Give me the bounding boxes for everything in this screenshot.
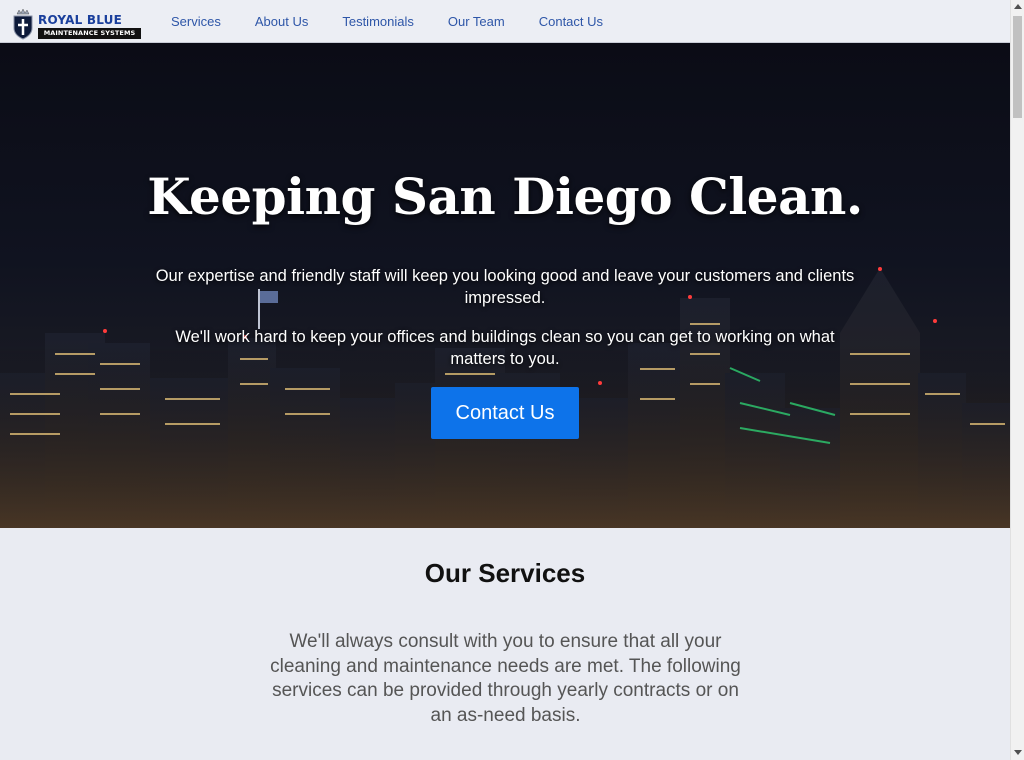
hero-paragraph-2: We'll work hard to keep your offices and… xyxy=(175,328,835,368)
crowned-shield-icon xyxy=(13,7,33,40)
services-section: Our Services We'll always consult with y… xyxy=(0,528,1010,760)
services-description: We'll always consult with you to ensure … xyxy=(270,631,741,726)
brand-name: ROYAL BLUE xyxy=(38,12,122,27)
triangle-down-icon[interactable] xyxy=(1014,750,1022,755)
vertical-scrollbar[interactable] xyxy=(1010,0,1024,760)
brand-logo[interactable]: ROYAL BLUE MAINTENANCE SYSTEMS xyxy=(0,0,150,43)
triangle-up-icon[interactable] xyxy=(1014,4,1022,9)
hero-title: Keeping San Diego Clean. xyxy=(147,167,863,226)
brand-subtitle: MAINTENANCE SYSTEMS xyxy=(38,27,141,39)
nav-link-about-us[interactable]: About Us xyxy=(238,0,325,43)
nav-link-testimonials[interactable]: Testimonials xyxy=(325,0,431,43)
nav-link-contact-us[interactable]: Contact Us xyxy=(522,0,620,43)
nav-link-our-team[interactable]: Our Team xyxy=(431,0,522,43)
hero-paragraph-1: Our expertise and friendly staff will ke… xyxy=(155,267,855,307)
contact-us-button[interactable]: Contact Us xyxy=(431,387,579,439)
nav-link-services[interactable]: Services xyxy=(152,0,238,43)
services-title: Our Services xyxy=(424,558,586,588)
scrollbar-thumb[interactable] xyxy=(1013,16,1022,118)
top-navbar: ROYAL BLUE MAINTENANCE SYSTEMS Services … xyxy=(0,0,1010,43)
hero-section: Keeping San Diego Clean. Our expertise a… xyxy=(0,43,1010,528)
nav-links: Services About Us Testimonials Our Team … xyxy=(152,0,620,43)
